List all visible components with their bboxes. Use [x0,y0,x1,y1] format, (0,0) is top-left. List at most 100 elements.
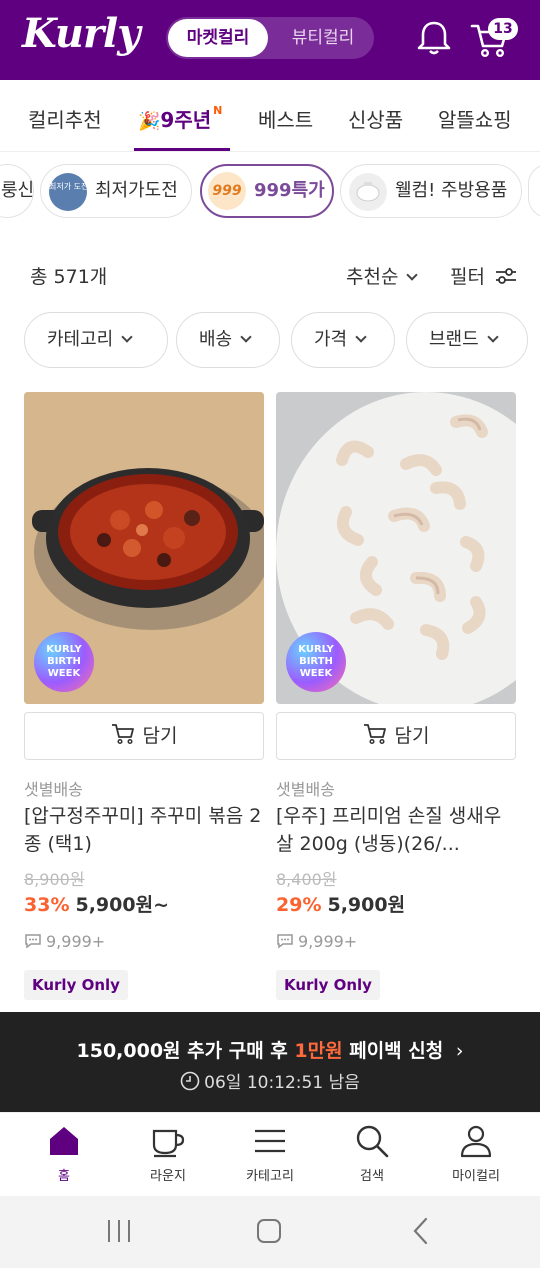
clock-icon [180,1071,200,1091]
nav-lounge[interactable]: 라운지 [118,1123,218,1184]
bell-icon[interactable] [414,18,454,58]
sale-price: 5,900원 [327,894,406,916]
filter-button[interactable]: 필터 [450,262,517,289]
chip-partial-label: 룽신 [1,180,35,201]
chevron-down-icon [121,331,133,343]
filter-brand-label: 브랜드 [429,329,479,350]
party-popper-icon: 🎉 [138,111,161,132]
sort-dropdown[interactable]: 추천순 [346,262,419,289]
chevron-down-icon [240,331,252,343]
search-icon [356,1125,389,1158]
chip-lowest-price[interactable]: 최저가 도전 최저가도전 [40,164,192,218]
menu-icon [255,1129,285,1153]
nav-lounge-label: 라운지 [150,1169,186,1184]
filter-price[interactable]: 가격 [291,312,395,368]
cart-icon [111,724,134,745]
chevron-down-icon [487,331,499,343]
add-to-cart-label: 담기 [394,725,430,747]
new-mark: N [213,104,223,117]
filter-label: 필터 [450,266,485,288]
tab-recommend[interactable]: 컬리추천 [28,104,102,133]
comment-icon [25,934,41,949]
home-icon [50,1127,78,1155]
product-card[interactable]: KURLY BIRTH WEEK 담기 샛별배송 [압구정주꾸미] 주꾸미 볶음… [24,392,264,1000]
payback-prefix: 150,000원 추가 구매 후 [76,1040,295,1062]
payback-suffix: 페이백 신청 [342,1040,444,1062]
payback-amount: 1만원 [294,1040,343,1062]
chip-partial[interactable]: 룽신 [0,164,34,218]
product-image[interactable]: KURLY BIRTH WEEK [24,392,264,704]
active-tab-indicator [134,148,230,151]
payback-banner[interactable]: 150,000원 추가 구매 후 1만원 페이백 신청 › 06일 10:12:… [0,1012,540,1112]
kurly-birth-week-badge: KURLY BIRTH WEEK [286,632,346,692]
nav-home[interactable]: 홈 [14,1123,114,1184]
discount-rate: 33% [24,894,70,916]
kurly-only-badge: Kurly Only [24,970,128,1000]
tab-new-products[interactable]: 신상품 [348,104,403,133]
nav-category[interactable]: 카테고리 [220,1123,320,1184]
comment-icon [277,934,293,949]
chip-999-label: 999특가 [254,180,325,201]
filter-delivery[interactable]: 배송 [176,312,280,368]
kitchenware-thumb [349,173,387,211]
tab-bargain[interactable]: 알뜰쇼핑 [438,104,512,133]
nav-category-label: 카테고리 [246,1169,294,1184]
review-count-value: 9,999+ [298,932,358,951]
kurly-only-badge: Kurly Only [276,970,380,1000]
tab-9th-anniversary[interactable]: 🎉9주년 N [138,104,222,133]
payback-message: 150,000원 추가 구매 후 1만원 페이백 신청 › [0,1036,540,1063]
nav-search-label: 검색 [360,1169,384,1184]
nav-search[interactable]: 검색 [322,1123,422,1184]
filter-price-label: 가격 [314,329,348,350]
cart-icon [363,724,386,745]
filter-delivery-label: 배송 [199,329,233,350]
original-price: 8,900원 [24,870,85,889]
add-to-cart-button[interactable]: 담기 [276,712,516,760]
chevron-down-icon [406,269,419,281]
chip-partial-right[interactable] [528,164,540,218]
product-name[interactable]: [압구정주꾸미] 주꾸미 볶음 2종 (택1) [24,802,264,858]
cart-count-badge: 13 [488,18,518,40]
tab-anniversary-label: 9주년 [160,108,212,132]
nav-home-label: 홈 [58,1169,70,1184]
review-count: 9,999+ [276,932,357,951]
review-count: 9,999+ [24,932,105,951]
category-tabs: 컬리추천 🎉9주년 N 베스트 신상품 알뜰쇼핑 [0,80,540,152]
top-header: Kurly 마켓컬리 뷰티컬리 13 [0,0,540,80]
segment-market-kurly[interactable]: 마켓컬리 [168,19,268,57]
price-row: 29% 5,900원 [276,890,405,917]
filter-category-label: 카테고리 [47,329,114,350]
recent-apps-icon[interactable] [104,1216,134,1246]
filter-brand[interactable]: 브랜드 [406,312,528,368]
tab-best[interactable]: 베스트 [258,104,313,133]
kurly-logo[interactable]: Kurly [22,10,140,57]
home-button-icon[interactable] [254,1216,284,1246]
filter-category[interactable]: 카테고리 [24,312,168,368]
filter-sliders-icon [496,268,517,284]
kurly-birth-week-badge: KURLY BIRTH WEEK [34,632,94,692]
chevron-down-icon [355,331,367,343]
segment-beauty-kurly[interactable]: 뷰티컬리 [274,19,372,57]
chip-welcome-kitchen[interactable]: 웰컴! 주방용품 [340,164,522,218]
product-image[interactable]: KURLY BIRTH WEEK [276,392,516,704]
discount-rate: 29% [276,894,322,916]
chip-welcome-label: 웰컴! 주방용품 [395,180,508,201]
chip-999-special[interactable]: 999 999특가 [200,164,334,218]
add-to-cart-button[interactable]: 담기 [24,712,264,760]
nav-my-kurly[interactable]: 마이컬리 [426,1123,526,1184]
product-card[interactable]: KURLY BIRTH WEEK 담기 샛별배송 [우주] 프리미엄 손질 생새… [276,392,516,1000]
sort-label: 추천순 [346,266,399,288]
user-icon [460,1125,492,1158]
cup-icon [152,1129,185,1158]
delivery-type: 샛별배송 [24,780,83,799]
bottom-navigation: 홈 라운지 카테고리 검색 마이컬리 [0,1112,540,1196]
back-icon[interactable] [406,1216,436,1246]
sale-price: 5,900원~ [75,894,169,916]
lowest-price-thumb: 최저가 도전 [49,173,88,211]
nav-my-kurly-label: 마이컬리 [452,1169,500,1184]
product-name[interactable]: [우주] 프리미엄 손질 생새우살 200g (냉동)(26/... [276,802,516,858]
chevron-right-icon: › [455,1040,464,1062]
original-price: 8,400원 [276,870,337,889]
chip-lowest-label: 최저가도전 [95,180,178,201]
price-row: 33% 5,900원~ [24,890,169,917]
